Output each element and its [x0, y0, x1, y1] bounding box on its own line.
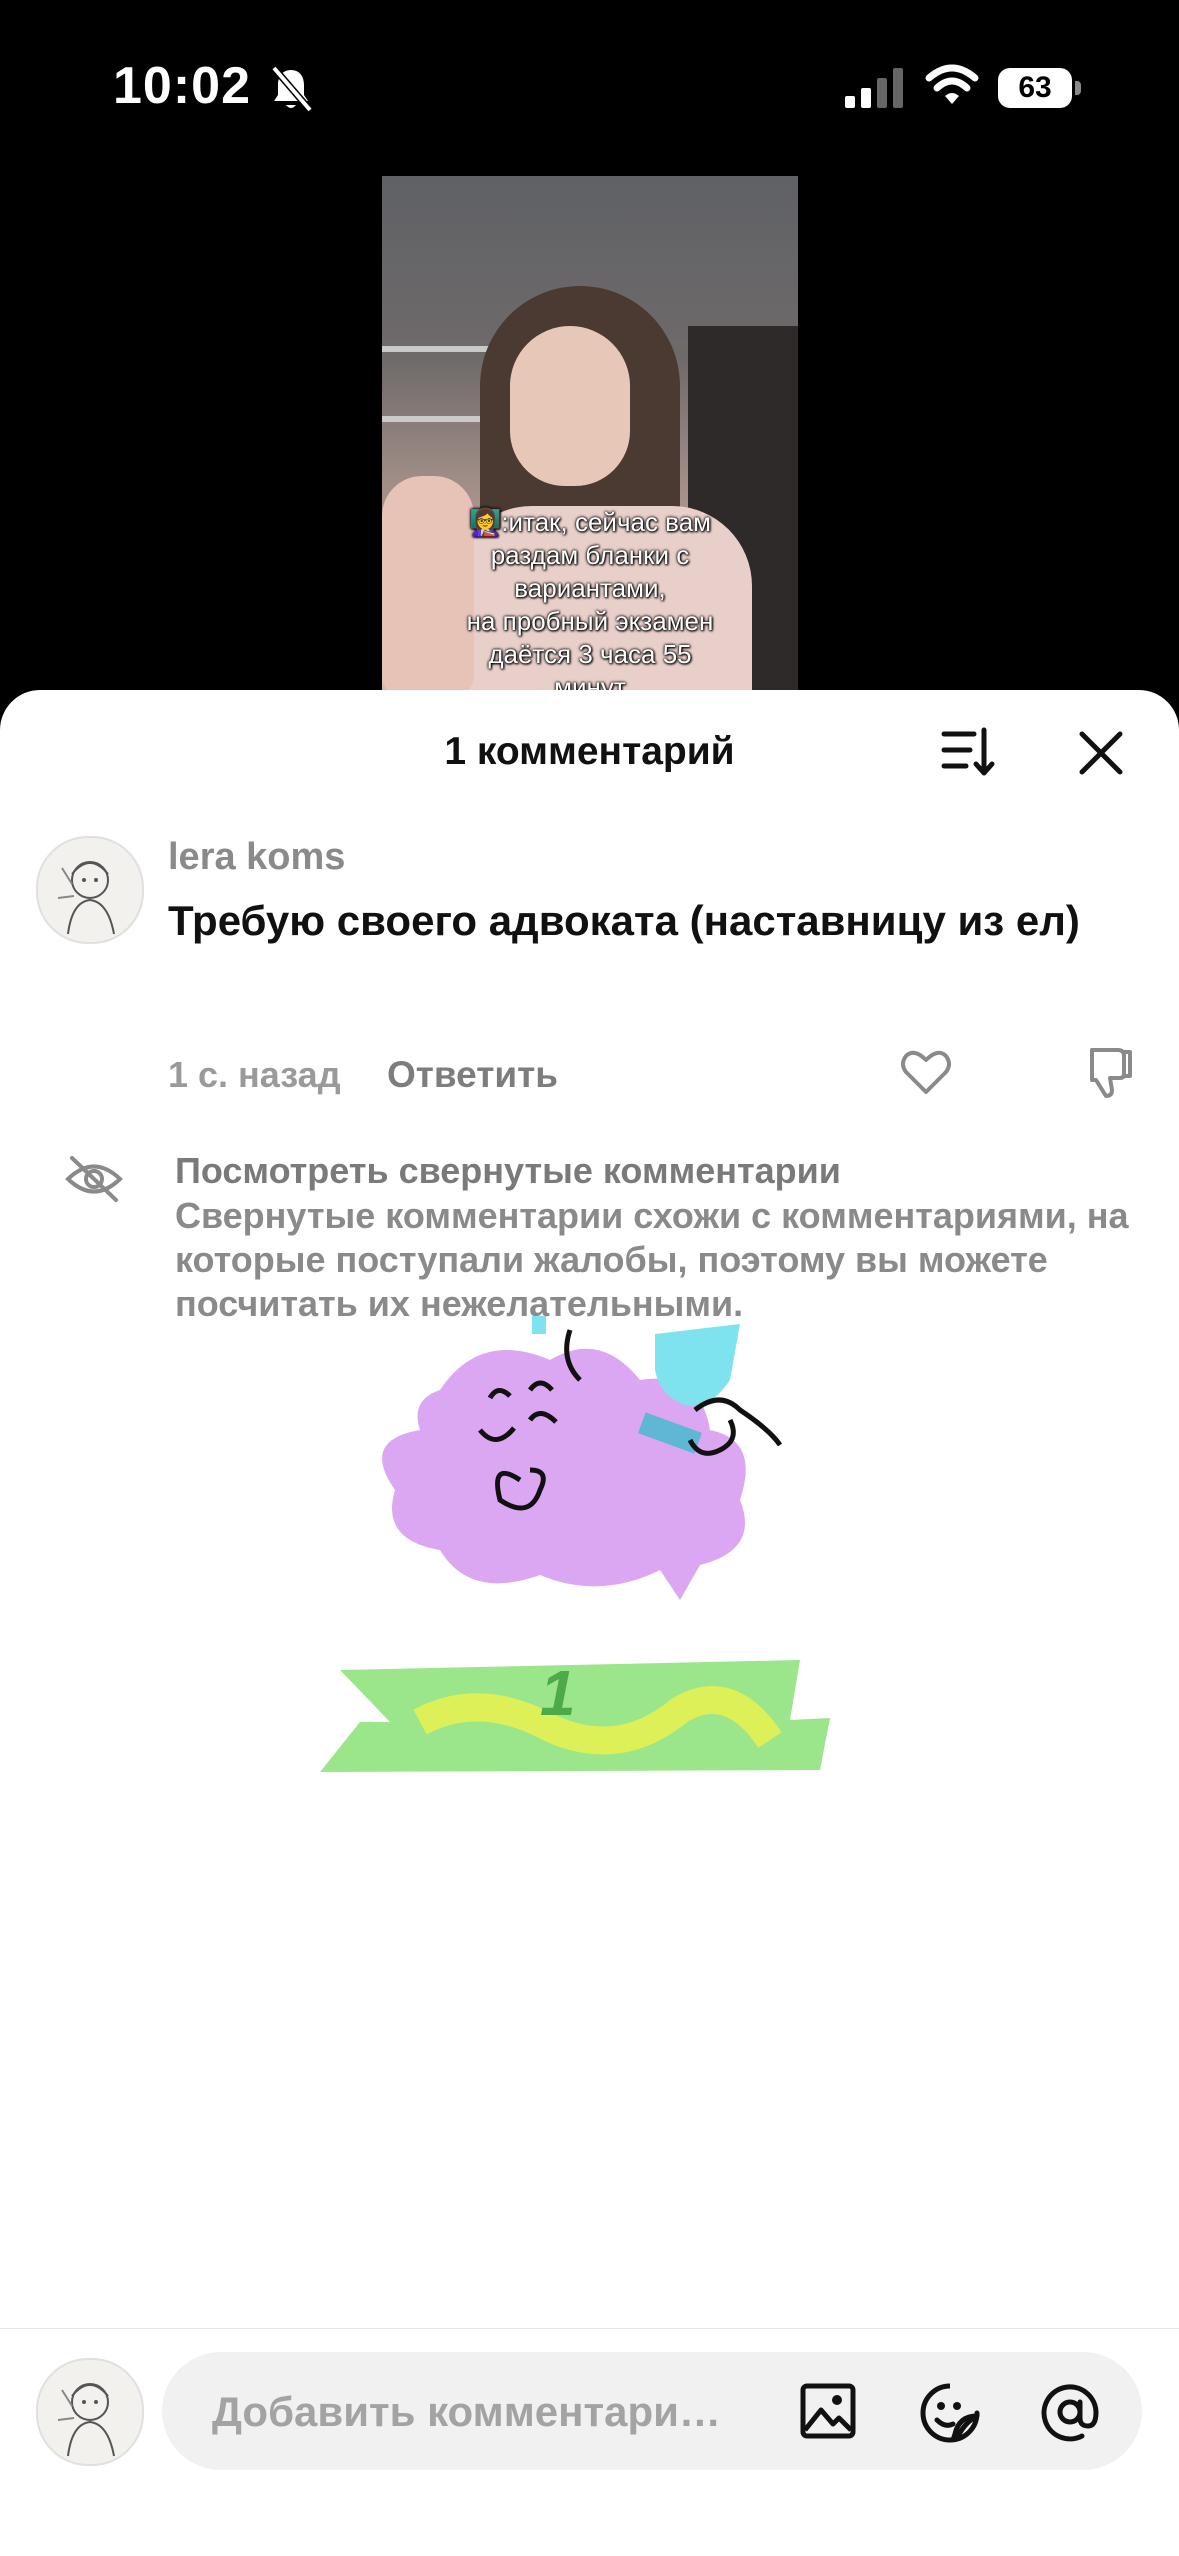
reply-button[interactable]: Ответить [387, 1054, 558, 1096]
hidden-comments-description: Свернутые комментарии схожи с комментари… [175, 1195, 1129, 1324]
comments-sheet: 1 комментарий lera koms Требую своего ад… [0, 690, 1179, 2556]
mention-icon[interactable] [1038, 2380, 1102, 2444]
wifi-icon [925, 64, 979, 104]
composer-divider [0, 2328, 1179, 2329]
sticker-emoji-icon[interactable] [919, 2382, 981, 2444]
sketch-avatar-icon [57, 2383, 115, 2457]
comment-text: Требую своего адвоката (наставницу из ел… [168, 897, 1080, 944]
current-user-avatar [36, 2358, 144, 2466]
video-shelf [382, 416, 492, 422]
heart-icon[interactable] [898, 1044, 954, 1100]
hidden-comments-title[interactable]: Посмотреть свернутые комментарии [175, 1150, 841, 1192]
battery-level: 63 [1018, 71, 1052, 104]
podium-number: 1 [540, 1657, 576, 1729]
close-icon[interactable] [1078, 730, 1124, 776]
video-shelf [382, 346, 502, 352]
video-person-face [510, 326, 630, 486]
comment-author-name[interactable]: lera koms [168, 836, 345, 879]
sort-icon[interactable] [940, 726, 996, 778]
battery-nub [1075, 81, 1081, 95]
video-caption: 👩‍🏫:итак, сейчас вам раздам бланки с вар… [466, 507, 714, 696]
winner-sticker: 1 [320, 1316, 830, 1772]
comment-timestamp: 1 с. назад [168, 1054, 341, 1095]
comment-input[interactable] [210, 2352, 784, 2472]
eye-hidden-icon [65, 1156, 123, 1202]
status-bar: 10:02 63 [0, 0, 1179, 170]
comment-author-avatar[interactable] [36, 836, 144, 944]
battery-indicator: 63 [998, 68, 1082, 108]
bell-muted-icon [271, 65, 313, 113]
cellular-signal-icon [845, 68, 903, 108]
sketch-avatar-icon [57, 861, 115, 935]
comments-count-title: 1 комментарий [444, 730, 735, 773]
video-preview[interactable]: 👩‍🏫:итак, сейчас вам раздам бланки с вар… [382, 176, 798, 696]
image-icon[interactable] [799, 2382, 857, 2440]
comment-composer [162, 2352, 1142, 2472]
thumbs-down-icon[interactable] [1078, 1044, 1134, 1100]
status-time: 10:02 [113, 57, 251, 115]
